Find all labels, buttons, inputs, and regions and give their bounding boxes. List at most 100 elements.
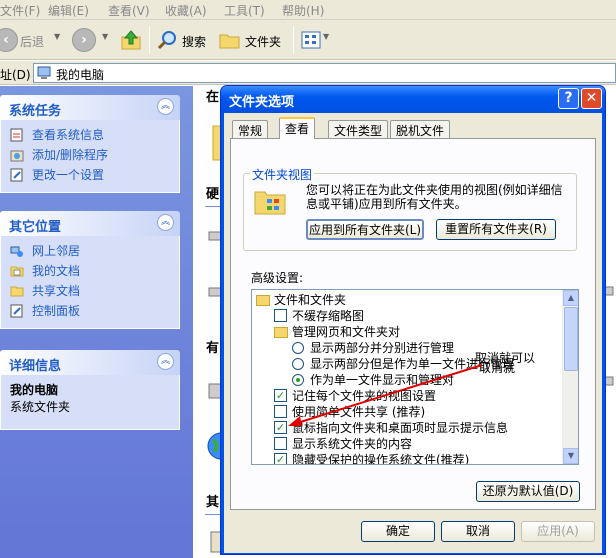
folder-views-description: 您可以将正在为此文件夹使用的视图(例如详细信息或平铺)应用到所有文件夹。 <box>306 183 563 211</box>
radio-button[interactable] <box>292 342 304 354</box>
toolbar-separator <box>149 26 150 54</box>
scroll-down-icon[interactable]: ▼ <box>563 448 578 464</box>
folders-icon[interactable] <box>219 31 241 49</box>
reset-all-folders-button[interactable]: 重置所有文件夹(R) <box>436 219 556 240</box>
checkbox[interactable] <box>274 437 287 450</box>
scroll-thumb[interactable] <box>564 307 578 371</box>
back-button-label[interactable]: 后退 <box>20 33 44 50</box>
search-button-label[interactable]: 搜索 <box>182 33 206 50</box>
back-arrow-icon[interactable]: ‹ <box>0 28 18 52</box>
tab-general[interactable]: 常规 <box>232 120 269 138</box>
address-value: 我的电脑 <box>56 68 105 82</box>
advanced-settings-label: 高级设置: <box>251 271 304 285</box>
add-remove-programs-link[interactable]: 添加/删除程序 <box>10 146 179 166</box>
globe-icon[interactable] <box>207 426 221 466</box>
tree-item-label: 管理网页和文件夹对 <box>292 325 401 339</box>
view-system-info-link[interactable]: 查看系统信息 <box>10 126 179 146</box>
ok-button[interactable]: 确定 <box>361 521 435 542</box>
tree-item-label: 显示两部分并分别进行管理 <box>310 341 455 355</box>
scroll-up-icon[interactable]: ▲ <box>563 290 578 306</box>
address-input[interactable]: 我的电脑 <box>33 63 616 83</box>
cancel-button[interactable]: 取消 <box>441 521 515 542</box>
shared-documents-label: 共享文档 <box>32 284 81 298</box>
menu-help[interactable]: 帮助(H) <box>282 2 324 19</box>
menu-view[interactable]: 查看(V) <box>108 2 150 19</box>
folder-icon <box>274 327 288 338</box>
folder-icon <box>256 295 270 306</box>
apply-button[interactable]: 应用(A) <box>521 521 595 542</box>
toolbar: ‹ 后退 ▼ › ▼ 搜索 文件夹 ▼ <box>0 20 616 60</box>
section-header: 硬 <box>206 187 220 202</box>
system-tasks-header[interactable]: 系统任务 ︽ <box>0 95 180 120</box>
help-icon[interactable]: ? <box>558 88 579 109</box>
other-places-title: 其它位置 <box>9 220 62 235</box>
control-panel-link[interactable]: 控制面板 <box>10 302 179 322</box>
tab-offline-files[interactable]: 脱机文件 <box>390 120 451 138</box>
view-system-info-label: 查看系统信息 <box>32 128 105 142</box>
section-header: 有 <box>206 341 220 356</box>
menu-edit[interactable]: 编辑(E) <box>48 2 89 19</box>
my-documents-icon <box>10 266 24 277</box>
shared-folder-icon <box>10 286 24 297</box>
network-places-link[interactable]: 网上邻居 <box>10 242 179 262</box>
network-places-label: 网上邻居 <box>32 244 81 258</box>
tab-file-types[interactable]: 文件类型 <box>328 120 389 138</box>
dialog-title: 文件夹选项 <box>229 95 295 110</box>
views-dropdown-icon[interactable]: ▼ <box>323 32 329 41</box>
section-header: 在 <box>206 90 220 105</box>
drive-icon[interactable] <box>207 376 221 406</box>
section-header: 其 <box>206 495 220 510</box>
view-tab-panel: 文件夹视图 您可以将正在为此文件夹使用的视图(例如详细信息或平铺)应用到所有文件… <box>230 138 596 510</box>
tree-item-label: 不缓存缩略图 <box>292 309 365 323</box>
section-divider <box>205 206 220 207</box>
menu-bar: 文件(F) 编辑(E) 查看(V) 收藏(A) 工具(T) 帮助(H) <box>0 0 616 20</box>
add-remove-programs-label: 添加/删除程序 <box>32 148 109 162</box>
folders-button-label[interactable]: 文件夹 <box>245 33 281 50</box>
forward-arrow-icon[interactable]: › <box>72 28 96 52</box>
control-panel-item-icon[interactable] <box>207 526 221 556</box>
dialog-body: 常规 查看 文件类型 脱机文件 文件夹视图 您可以将正在为此文件夹使用的视图(例… <box>224 113 602 553</box>
drive-icon[interactable] <box>207 282 221 302</box>
back-dropdown-icon[interactable]: ▼ <box>54 32 60 41</box>
my-documents-label: 我的文档 <box>32 264 81 278</box>
system-info-icon <box>10 128 23 142</box>
task-pane: 系统任务 ︽ 查看系统信息 添加/删除程序 更改一个设置 其它位置 ︽ 网上邻居… <box>0 86 193 558</box>
close-icon[interactable]: ✕ <box>581 88 602 109</box>
details-header[interactable]: 详细信息 ︽ <box>0 350 180 375</box>
annotation-arrow <box>288 364 483 426</box>
checkbox[interactable]: ✓ <box>274 453 287 464</box>
control-panel-label: 控制面板 <box>32 304 81 318</box>
folder-options-dialog: 文件夹选项 ? ✕ 常规 查看 文件类型 脱机文件 文件夹视图 您可以将正在为此… <box>220 85 606 555</box>
tab-view[interactable]: 查看 <box>279 117 316 139</box>
apply-to-all-folders-button[interactable]: 应用到所有文件夹(L) <box>306 219 424 240</box>
toolbar-separator <box>293 26 294 54</box>
details-panel: 详细信息 ︽ 我的电脑 系统文件夹 <box>0 350 180 430</box>
my-documents-link[interactable]: 我的文档 <box>10 262 179 282</box>
shared-documents-link[interactable]: 共享文档 <box>10 282 179 302</box>
other-places-panel: 其它位置 ︽ 网上邻居 我的文档 共享文档 控制面板 <box>0 211 180 329</box>
search-icon[interactable] <box>156 29 178 51</box>
menu-favorites[interactable]: 收藏(A) <box>165 2 207 19</box>
forward-dropdown-icon[interactable]: ▼ <box>102 32 108 41</box>
tree-item-label: 文件和文件夹 <box>274 293 347 307</box>
menu-tools[interactable]: 工具(T) <box>224 2 265 19</box>
collapse-chevron-icon[interactable]: ︽ <box>157 353 174 370</box>
dialog-title-bar[interactable]: 文件夹选项 ? ✕ <box>221 86 605 113</box>
change-setting-link[interactable]: 更改一个设置 <box>10 166 179 186</box>
add-remove-programs-icon <box>10 150 24 162</box>
network-places-icon <box>10 246 23 257</box>
restore-defaults-button[interactable]: 还原为默认值(D) <box>476 481 580 502</box>
menu-file[interactable]: 文件(F) <box>0 2 40 19</box>
list-scrollbar[interactable]: ▲ ▼ <box>562 290 578 464</box>
up-folder-icon[interactable] <box>120 29 142 51</box>
checkbox[interactable] <box>274 309 287 322</box>
drive-icon[interactable] <box>207 226 221 246</box>
folder-views-label: 文件夹视图 <box>250 166 315 183</box>
details-type: 系统文件夹 <box>10 400 71 414</box>
folder-views-group: 文件夹视图 您可以将正在为此文件夹使用的视图(例如详细信息或平铺)应用到所有文件… <box>243 166 577 251</box>
collapse-chevron-icon[interactable]: ︽ <box>157 214 174 231</box>
collapse-chevron-icon[interactable]: ︽ <box>157 98 174 115</box>
other-places-header[interactable]: 其它位置 ︽ <box>0 211 180 236</box>
views-icon[interactable] <box>301 31 321 49</box>
system-tasks-panel: 系统任务 ︽ 查看系统信息 添加/删除程序 更改一个设置 <box>0 95 180 193</box>
